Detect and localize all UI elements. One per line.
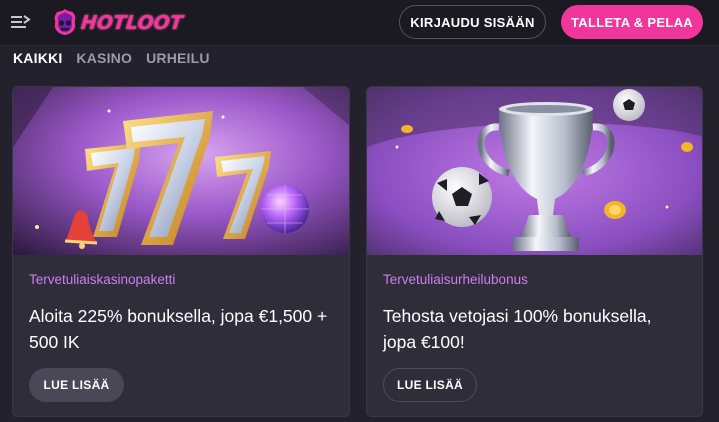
login-button[interactable]: KIRJAUDU SISÄÄN	[399, 5, 546, 39]
skull-logo-icon	[54, 9, 76, 35]
tab-all[interactable]: KAIKKI	[13, 50, 62, 70]
trophy-image	[367, 87, 702, 255]
tab-sports[interactable]: URHEILU	[146, 50, 210, 70]
promo-card-casino[interactable]: Tervetuliaiskasinopaketti Aloita 225% bo…	[12, 86, 350, 417]
category-tabs: KAIKKI KASINO URHEILU	[13, 50, 210, 70]
read-more-button[interactable]: LUE LISÄÄ	[383, 368, 477, 402]
promo-title: Tehosta vetojasi 100% bonuksella, jopa €…	[383, 306, 652, 352]
top-navigation-bar: HOTLOOT KIRJAUDU SISÄÄN TALLETA & PELAA	[0, 0, 719, 46]
promo-subtitle: Tervetuliaiskasinopaketti	[29, 272, 176, 287]
promo-card-sports[interactable]: Tervetuliaisurheilubonus Tehosta vetojas…	[366, 86, 703, 417]
menu-icon[interactable]	[10, 12, 32, 32]
tab-casino[interactable]: KASINO	[76, 50, 132, 70]
brand-logo-text: HOTLOOT	[79, 12, 184, 34]
promo-subtitle: Tervetuliaisurheilubonus	[383, 272, 528, 287]
slot-777-image	[13, 87, 349, 255]
promo-title: Aloita 225% bonuksella, jopa €1,500 + 50…	[29, 306, 328, 352]
read-more-button[interactable]: LUE LISÄÄ	[29, 368, 124, 402]
brand-logo[interactable]: HOTLOOT	[50, 6, 184, 40]
deposit-and-play-button[interactable]: TALLETA & PELAA	[561, 5, 703, 39]
